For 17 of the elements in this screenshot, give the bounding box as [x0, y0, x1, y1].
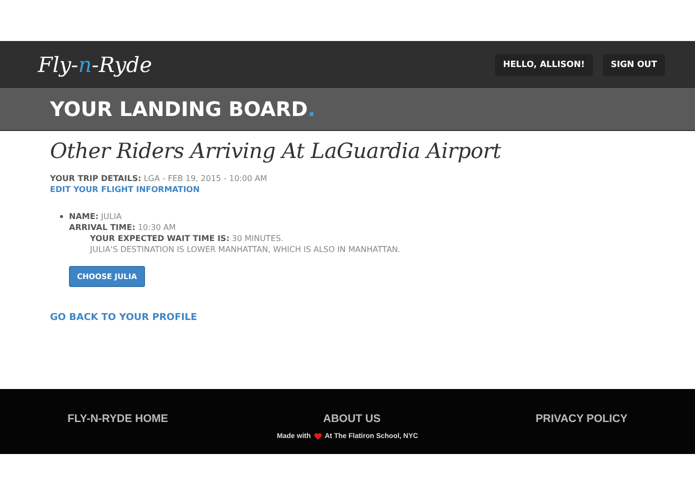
edit-flight-link[interactable]: EDIT YOUR FLIGHT INFORMATION	[50, 184, 695, 195]
page-title: YOUR LANDING BOARD.	[50, 97, 316, 121]
heading: Other Riders Arriving At LaGuardia Airport	[50, 139, 502, 163]
logo[interactable]: Fly-n-Ryde	[38, 52, 152, 76]
footer-link[interactable]: ABOUT US	[323, 413, 381, 425]
nav-button[interactable]: SIGN OUT	[602, 54, 665, 76]
destination-text: JULIA'S DESTINATION IS LOWER MANHATTAN, WHICH IS ALSO IN MANHATTAN.	[88, 244, 400, 255]
trip-details: YOUR TRIP DETAILS: LGA - FEB 19, 2015 - 10:00 AM	[50, 173, 268, 184]
heart-icon	[314, 433, 322, 440]
footer-link[interactable]: PRIVACY POLICY	[536, 413, 628, 425]
nav-button[interactable]: HELLO, ALLISON!	[495, 54, 593, 76]
back-to-profile-link[interactable]: GO BACK TO YOUR PROFILE	[50, 312, 695, 323]
wait-time: YOUR EXPECTED WAIT TIME IS: 30 MINUTES.	[89, 233, 284, 244]
arrival-time: ARRIVAL TIME: 10:30 AM	[69, 222, 177, 233]
footer-link[interactable]: FLY-N-RYDE HOME	[68, 413, 168, 425]
rider-name: NAME: JULIA	[69, 211, 123, 222]
bullet-icon	[60, 215, 63, 218]
